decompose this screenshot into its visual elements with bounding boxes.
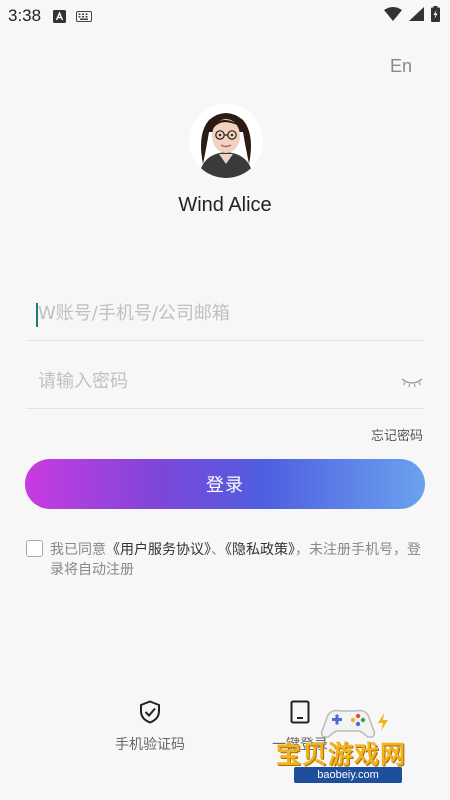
agreement: 我已同意《用户服务协议》、《隐私政策》，未注册手机号，登录将自动注册 xyxy=(26,540,426,578)
agreement-separator: 、 xyxy=(211,542,225,558)
sms-code-login-label: 手机验证码 xyxy=(115,737,185,753)
cellular-signal-icon xyxy=(409,7,424,21)
password-input[interactable] xyxy=(26,371,424,392)
account-field xyxy=(26,287,424,341)
app-notification-icon xyxy=(53,9,67,23)
avatar xyxy=(189,104,263,178)
status-system-icons xyxy=(384,6,440,22)
status-time: 3:38 xyxy=(8,6,42,25)
agreement-text: 我已同意《用户服务协议》、《隐私政策》，未注册手机号，登录将自动注册 xyxy=(50,540,426,580)
sms-code-login-button[interactable]: 手机验证码 xyxy=(100,700,200,754)
password-field xyxy=(26,355,424,409)
agreement-prefix: 我已同意 xyxy=(50,542,106,558)
terms-of-service-link[interactable]: 《用户服务协议》 xyxy=(106,542,211,558)
watermark-url: baobeiy.com xyxy=(294,767,402,783)
wifi-icon xyxy=(384,7,402,21)
privacy-policy-link[interactable]: 《隐私政策》 xyxy=(225,542,295,558)
status-notification-icons xyxy=(53,9,93,23)
phone-icon xyxy=(290,700,310,724)
agree-checkbox[interactable] xyxy=(26,540,43,557)
one-click-login-label: 一键登录 xyxy=(272,737,328,753)
lightning-icon xyxy=(378,713,388,731)
login-button[interactable]: 登录 xyxy=(25,459,425,509)
text-cursor xyxy=(36,303,38,327)
one-click-login-button[interactable]: 一键登录 xyxy=(250,700,350,754)
forgot-password-link[interactable]: 忘记密码 xyxy=(371,425,423,444)
keyboard-icon xyxy=(76,10,93,22)
status-bar: 3:38 xyxy=(0,0,450,32)
language-toggle[interactable]: En xyxy=(390,56,412,77)
shield-check-icon xyxy=(140,700,160,724)
battery-icon xyxy=(431,6,440,22)
eye-closed-icon[interactable] xyxy=(400,375,424,389)
username: Wind Alice xyxy=(178,194,272,216)
account-input[interactable] xyxy=(26,303,424,324)
